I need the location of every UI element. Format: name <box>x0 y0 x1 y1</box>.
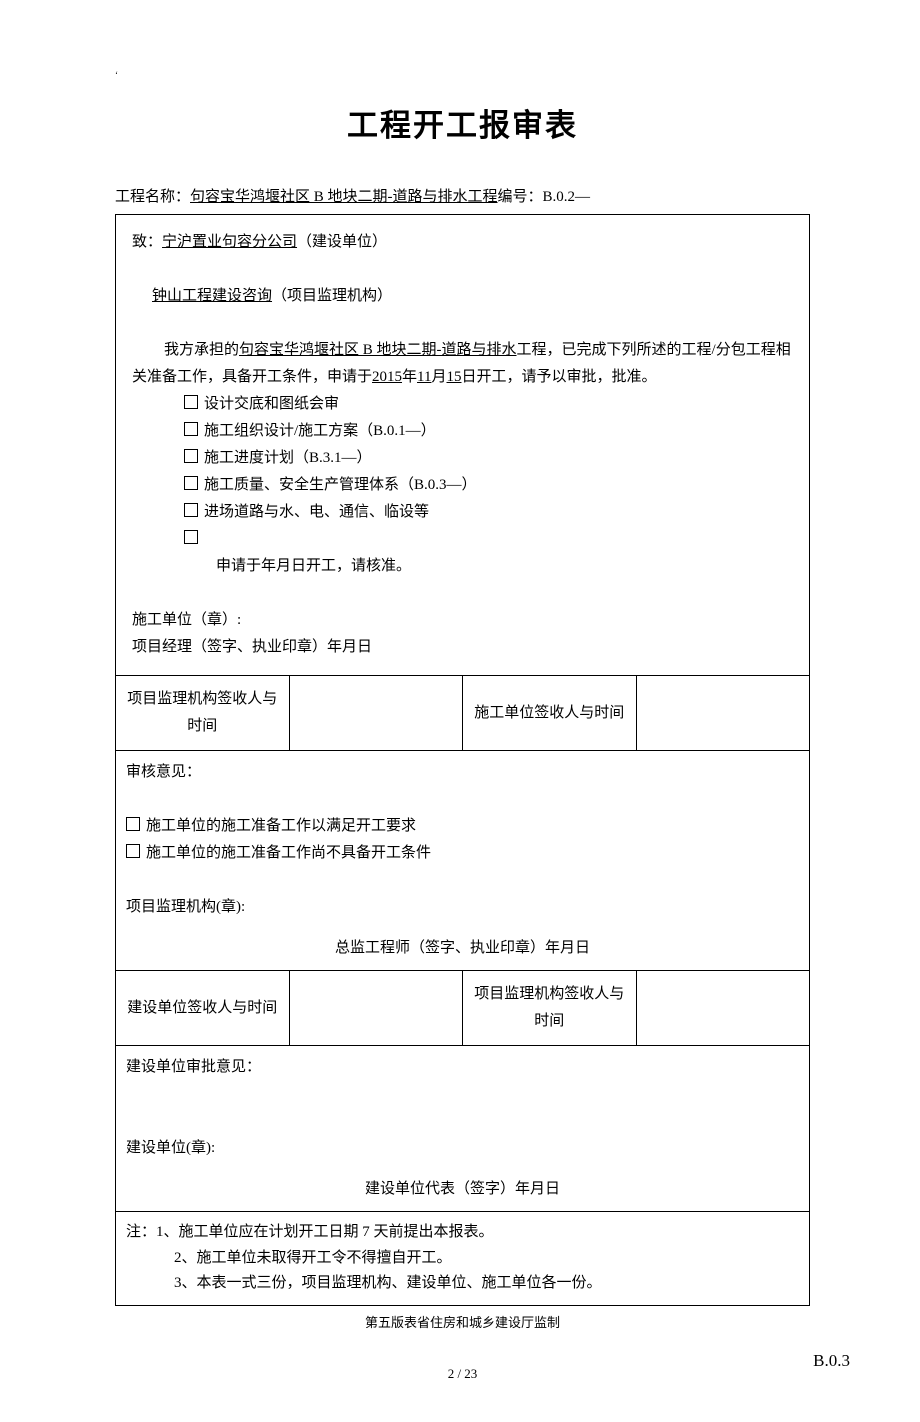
sig-builder-recv-value <box>289 971 463 1046</box>
note-2: 2、施工单位未取得开工令不得擅自开工。 <box>126 1250 452 1266</box>
label-code: 编号： <box>498 189 543 205</box>
builder-rep-sig: 建设单位代表（签字）年月日 <box>126 1176 799 1203</box>
footer-source: 第五版表省住房和城乡建设厅监制 <box>115 1312 810 1331</box>
para-lead: 我方承担的 <box>132 342 239 358</box>
checkbox-5[interactable] <box>184 503 198 517</box>
note-1: 注：1、施工单位应在计划开工日期 7 天前提出本报表。 <box>126 1224 494 1240</box>
day-label: 日开工，请予以审批，批准。 <box>462 369 657 385</box>
project-in-para: 句容宝华鸿堰社区 B 地块二期-道路与排水 <box>239 342 517 358</box>
page-number: 2 / 23 <box>115 1366 810 1382</box>
apply-text: 申请于年月日开工，请核准。 <box>132 553 793 580</box>
check-label-5: 进场道路与水、电、通信、临设等 <box>204 504 429 520</box>
day-val: 15 <box>447 369 462 385</box>
project-name: 句容宝华鸿堰社区 B 地块二期-道路与排水工程 <box>190 189 498 205</box>
builder-seal: 建设单位(章): <box>126 1140 215 1156</box>
review-opt-1: 施工单位的施工准备工作以满足开工要求 <box>146 818 416 834</box>
review-heading: 审核意见： <box>126 764 201 780</box>
page-title: 工程开工报审表 <box>115 100 810 145</box>
review-checkbox-1[interactable] <box>126 817 140 831</box>
approval-heading: 建设单位审批意见： <box>126 1059 261 1075</box>
note-3: 3、本表一式三份，项目监理机构、建设单位、施工单位各一份。 <box>126 1275 602 1291</box>
check-label-4: 施工质量、安全生产管理体系（B.0.3—） <box>204 477 477 493</box>
review-checkbox-2[interactable] <box>126 844 140 858</box>
check-label-2: 施工组织设计/施工方案（B.0.1—） <box>204 423 436 439</box>
check-label-3: 施工进度计划（B.3.1—） <box>204 450 372 466</box>
supervision-seal: 项目监理机构(章): <box>126 899 245 915</box>
supervisor-name: 钟山工程建设咨询 <box>152 288 272 304</box>
section-application: 致：宁沪置业句容分公司（建设单位） 钟山工程建设咨询（项目监理机构） 我方承担的… <box>116 215 810 676</box>
sig-supervisor-recv2-value <box>636 971 810 1046</box>
year-label: 年 <box>402 369 417 385</box>
header-line: 工程名称：句容宝华鸿堰社区 B 地块二期-道路与排水工程编号：B.0.2— <box>115 185 810 206</box>
review-opt-2: 施工单位的施工准备工作尚不具备开工条件 <box>146 845 431 861</box>
year-val: 2015 <box>372 369 402 385</box>
sig-supervisor-recv2-label: 项目监理机构签收人与时间 <box>463 971 637 1046</box>
pm-signature-line: 项目经理（签字、执业印章）年月日 <box>132 639 372 655</box>
supervisor-role: （项目监理机构） <box>272 288 392 304</box>
sig-supervisor-recv-value <box>289 676 463 751</box>
code-value: B.0.2— <box>543 189 591 205</box>
construction-unit-seal: 施工单位（章）: <box>132 612 241 628</box>
chief-engineer-sig: 总监工程师（签字、执业印章）年月日 <box>126 935 799 962</box>
checkbox-4[interactable] <box>184 476 198 490</box>
checkbox-2[interactable] <box>184 422 198 436</box>
section-approval: 建设单位审批意见： 建设单位(章): 建设单位代表（签字）年月日 <box>116 1046 810 1212</box>
section-notes: 注：1、施工单位应在计划开工日期 7 天前提出本报表。 2、施工单位未取得开工令… <box>116 1212 810 1306</box>
month-label: 月 <box>431 369 446 385</box>
label-project: 工程名称： <box>115 189 190 205</box>
builder-name: 宁沪置业句容分公司 <box>162 234 297 250</box>
to-label: 致： <box>132 234 162 250</box>
checkbox-6[interactable] <box>184 530 198 544</box>
sig-builder-recv-label: 建设单位签收人与时间 <box>116 971 290 1046</box>
sig-supervisor-recv-label: 项目监理机构签收人与时间 <box>116 676 290 751</box>
checkbox-1[interactable] <box>184 395 198 409</box>
section-review: 审核意见： 施工单位的施工准备工作以满足开工要求 施工单位的施工准备工作尚不具备… <box>116 751 810 971</box>
main-form-table: 致：宁沪置业句容分公司（建设单位） 钟山工程建设咨询（项目监理机构） 我方承担的… <box>115 214 810 1306</box>
corner-mark: ‘ <box>115 70 810 80</box>
sig-construction-recv-value <box>636 676 810 751</box>
builder-role: （建设单位） <box>297 234 387 250</box>
reference-code: B.0.3 <box>813 1351 850 1371</box>
month-val: 11 <box>417 369 431 385</box>
sig-construction-recv-label: 施工单位签收人与时间 <box>463 676 637 751</box>
check-label-1: 设计交底和图纸会审 <box>204 396 339 412</box>
checkbox-3[interactable] <box>184 449 198 463</box>
